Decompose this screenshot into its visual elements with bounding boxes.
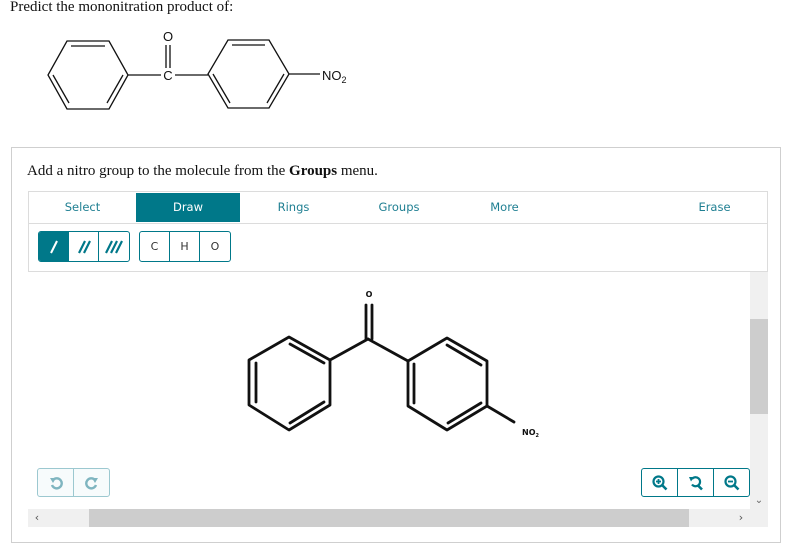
vertical-scrollbar[interactable]: ⌄ bbox=[750, 272, 768, 509]
svg-text:NO2: NO2 bbox=[522, 428, 540, 439]
scroll-right-arrow[interactable]: › bbox=[734, 509, 748, 527]
reset-zoom-button[interactable] bbox=[678, 469, 714, 496]
canvas-oxygen-label: O bbox=[366, 290, 373, 299]
canvas-bond-ring-nitro bbox=[485, 404, 516, 424]
vertical-scroll-thumb[interactable] bbox=[750, 319, 768, 414]
undo-icon bbox=[49, 476, 63, 490]
horizontal-scroll-thumb[interactable] bbox=[89, 509, 689, 527]
canvas-nitro-subscript: 2 bbox=[536, 433, 540, 439]
zoom-controls bbox=[641, 468, 750, 497]
undo-button[interactable] bbox=[38, 469, 74, 496]
zoom-in-button[interactable] bbox=[642, 469, 678, 496]
redo-button[interactable] bbox=[74, 469, 109, 496]
redo-icon bbox=[84, 476, 98, 490]
canvas-bond-left-carbonyl bbox=[328, 337, 370, 362]
canvas-left-ring bbox=[247, 335, 332, 432]
reset-zoom-icon bbox=[688, 475, 703, 490]
history-controls bbox=[37, 468, 110, 497]
canvas-nitro-label: NO bbox=[522, 428, 536, 437]
zoom-in-icon bbox=[651, 474, 667, 490]
horizontal-scrollbar[interactable]: ‹ › bbox=[28, 509, 768, 527]
canvas-bond-carbonyl-right bbox=[366, 337, 410, 363]
zoom-out-icon bbox=[723, 474, 739, 490]
zoom-out-button[interactable] bbox=[714, 469, 749, 496]
scroll-left-arrow[interactable]: ‹ bbox=[30, 509, 44, 527]
canvas-right-ring bbox=[406, 336, 489, 432]
scroll-down-arrow[interactable]: ⌄ bbox=[753, 495, 765, 507]
